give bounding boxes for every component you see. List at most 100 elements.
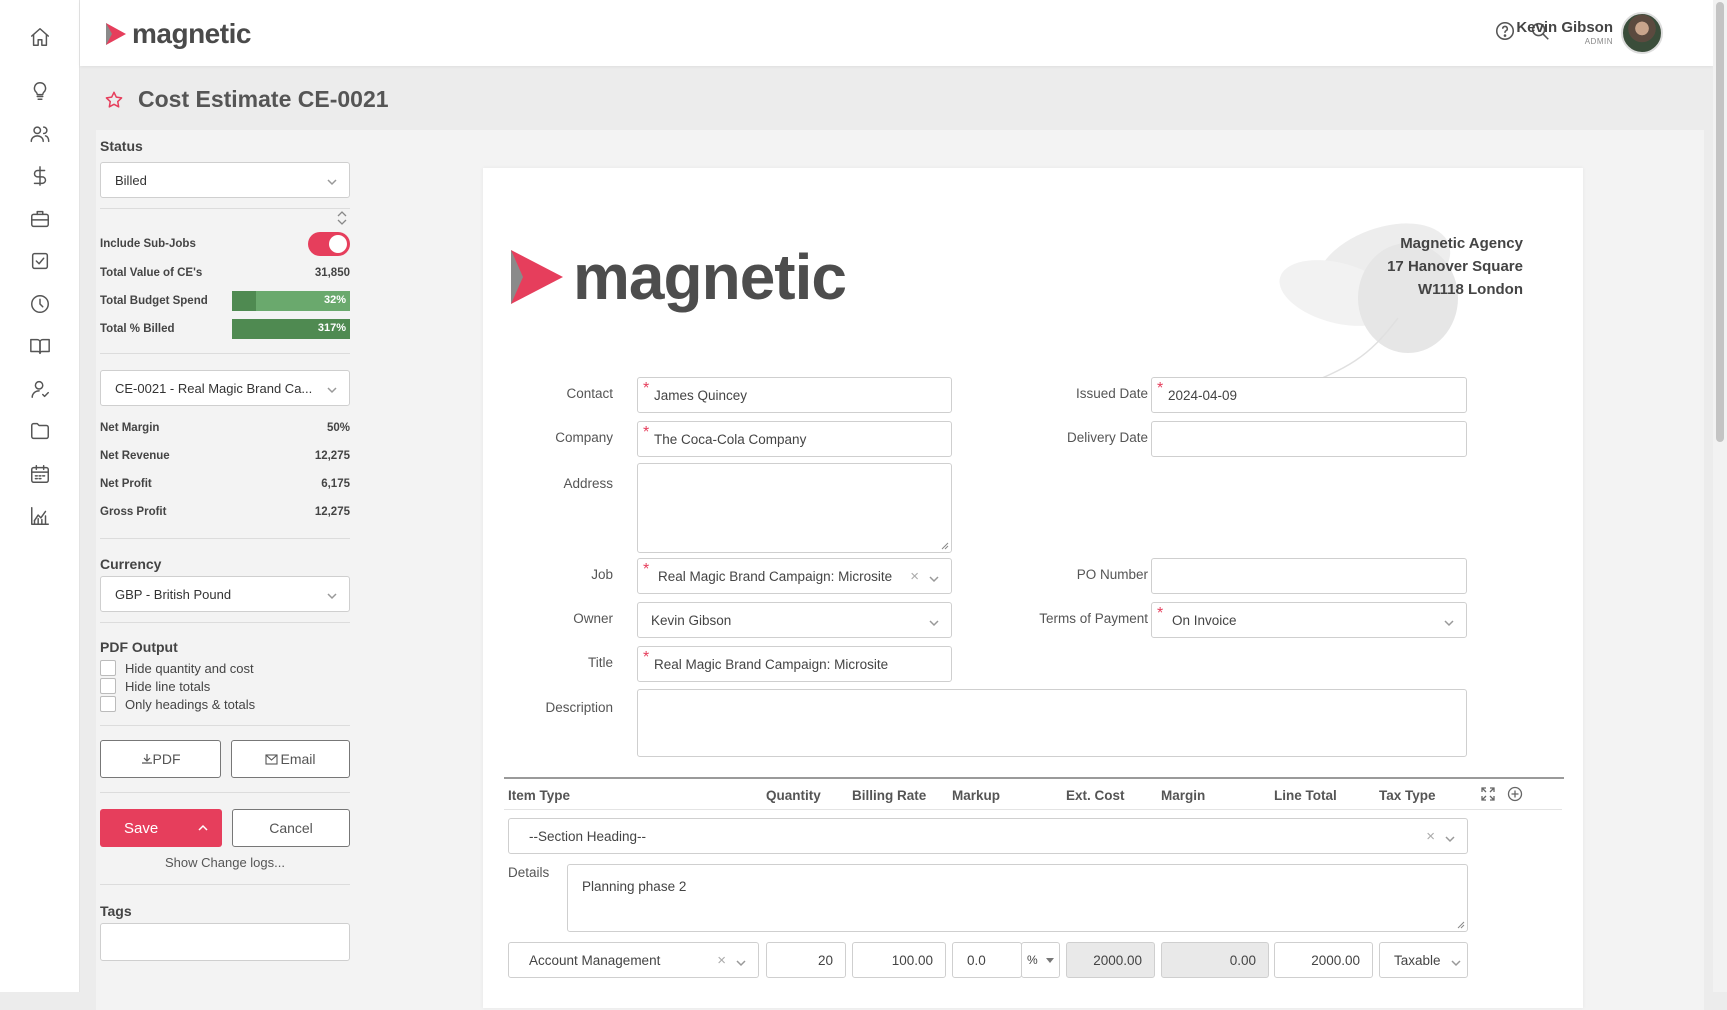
billing-rate-input[interactable]: 100.00 <box>852 942 946 978</box>
collapse-toggle-icon[interactable] <box>336 211 348 225</box>
job-select[interactable]: * Real Magic Brand Campaign: Microsite × <box>637 558 952 594</box>
pdf-option-hide-line-totals[interactable]: Hide line totals <box>100 677 350 695</box>
email-button[interactable]: Email <box>231 740 350 778</box>
status-select[interactable]: Billed <box>100 162 350 198</box>
pdf-button[interactable]: PDF <box>100 740 221 778</box>
terms-of-payment-select[interactable]: * On Invoice <box>1151 602 1467 638</box>
net-profit-value: 6,175 <box>321 478 350 490</box>
address-field[interactable] <box>637 463 952 553</box>
clear-icon[interactable]: × <box>717 952 726 969</box>
net-profit-row: Net Profit 6,175 <box>100 470 350 498</box>
section-heading-select[interactable]: --Section Heading-- × <box>508 818 1468 854</box>
email-button-label: Email <box>280 751 316 767</box>
show-change-logs-link[interactable]: Show Change logs... <box>100 855 350 870</box>
terms-of-payment-label: Terms of Payment <box>1039 611 1148 626</box>
pdf-option-only-headings[interactable]: Only headings & totals <box>100 695 350 713</box>
book-icon[interactable] <box>27 333 53 359</box>
include-subjobs-toggle[interactable] <box>308 232 350 256</box>
pdf-option-hide-quantity[interactable]: Hide quantity and cost <box>100 659 350 677</box>
description-field[interactable] <box>637 689 1467 757</box>
avatar[interactable] <box>1621 12 1663 54</box>
estimate-select[interactable]: CE-0021 - Real Magic Brand Ca... <box>100 370 350 406</box>
user-icon[interactable] <box>27 376 53 402</box>
column-header-ext-cost: Ext. Cost <box>1066 788 1125 803</box>
job-value: Real Magic Brand Campaign: Microsite <box>658 568 893 584</box>
net-profit-label: Net Profit <box>100 478 152 490</box>
chevron-down-icon <box>327 175 337 186</box>
checkbox[interactable] <box>100 696 116 712</box>
column-header-quantity: Quantity <box>766 788 821 803</box>
po-number-field[interactable] <box>1151 558 1467 594</box>
clear-icon[interactable]: × <box>910 568 919 585</box>
gross-profit-row: Gross Profit 12,275 <box>100 498 350 526</box>
markup-unit-select[interactable]: % <box>1021 942 1060 978</box>
budget-spend-label: Total Budget Spend <box>100 295 208 307</box>
checkbox[interactable] <box>100 678 116 694</box>
dollar-icon[interactable] <box>27 163 53 189</box>
calendar-icon[interactable] <box>27 461 53 487</box>
chevron-down-icon <box>1444 616 1454 627</box>
section-heading-value: --Section Heading-- <box>529 828 647 844</box>
chart-icon[interactable] <box>27 503 53 529</box>
people-icon[interactable] <box>27 121 53 147</box>
brand-logo[interactable]: magnetic <box>104 18 251 50</box>
net-revenue-row: Net Revenue 12,275 <box>100 442 350 470</box>
net-revenue-value: 12,275 <box>314 450 350 462</box>
lightbulb-icon[interactable] <box>27 78 53 104</box>
currency-label: Currency <box>100 556 162 572</box>
header-divider <box>504 809 1562 810</box>
expand-icon[interactable] <box>1480 786 1496 802</box>
tags-input[interactable] <box>100 923 350 961</box>
cancel-button[interactable]: Cancel <box>232 809 350 847</box>
total-value-row: Total Value of CE's 31,850 <box>100 259 350 287</box>
help-icon[interactable] <box>1494 20 1518 44</box>
scrollbar-thumb[interactable] <box>1716 2 1724 442</box>
issued-date-field[interactable]: * 2024-04-09 <box>1151 377 1467 413</box>
chevron-down-icon <box>929 572 939 583</box>
company-field[interactable]: * The Coca-Cola Company <box>637 421 952 457</box>
contact-value: James Quincey <box>654 387 748 403</box>
line-total-input[interactable]: 2000.00 <box>1274 942 1373 978</box>
budget-spend-row: Total Budget Spend 32% <box>100 287 350 315</box>
tax-type-select[interactable]: Taxable <box>1379 942 1468 978</box>
net-margin-label: Net Margin <box>100 422 160 434</box>
pdf-option-label: Hide quantity and cost <box>125 660 254 676</box>
brand-name: magnetic <box>132 18 251 49</box>
title-field[interactable]: * Real Magic Brand Campaign: Microsite <box>637 646 952 682</box>
chevron-down-icon <box>327 589 337 600</box>
page-scrollbar[interactable] <box>1713 0 1727 992</box>
favorite-star-icon[interactable] <box>104 90 124 110</box>
resize-handle-icon[interactable] <box>1457 921 1465 929</box>
agency-name: Magnetic Agency <box>1400 235 1523 252</box>
chevron-down-icon <box>929 616 939 627</box>
caret-down-icon <box>1046 958 1054 963</box>
resize-handle-icon[interactable] <box>941 542 949 550</box>
save-button[interactable]: Save <box>100 809 222 847</box>
add-line-icon[interactable] <box>1507 786 1523 802</box>
icon-rail <box>0 0 80 992</box>
gross-profit-label: Gross Profit <box>100 506 167 518</box>
user-name[interactable]: Kevin Gibson <box>1516 19 1613 36</box>
currency-select[interactable]: GBP - British Pound <box>100 576 350 612</box>
quantity-input[interactable]: 20 <box>766 942 846 978</box>
owner-select[interactable]: Kevin Gibson <box>637 602 952 638</box>
page-header: Cost Estimate CE-0021 <box>104 86 389 113</box>
delivery-date-field[interactable] <box>1151 421 1467 457</box>
clock-icon[interactable] <box>27 291 53 317</box>
markup-input[interactable]: 0.0 <box>952 942 1022 978</box>
item-type-select[interactable]: Account Management × <box>508 942 759 978</box>
details-field[interactable]: Planning phase 2 <box>567 864 1468 932</box>
task-check-icon[interactable] <box>27 248 53 274</box>
home-icon[interactable] <box>27 24 53 50</box>
contact-field[interactable]: * James Quincey <box>637 377 952 413</box>
chevron-up-icon[interactable] <box>198 824 208 832</box>
status-value: Billed <box>115 172 147 188</box>
status-label: Status <box>100 138 143 154</box>
briefcase-icon[interactable] <box>27 206 53 232</box>
markup-unit-value: % <box>1027 953 1038 967</box>
item-type-value: Account Management <box>529 952 661 968</box>
agency-city: W1118 London <box>1417 281 1523 298</box>
folder-icon[interactable] <box>27 418 53 444</box>
clear-icon[interactable]: × <box>1426 828 1435 845</box>
checkbox[interactable] <box>100 660 116 676</box>
